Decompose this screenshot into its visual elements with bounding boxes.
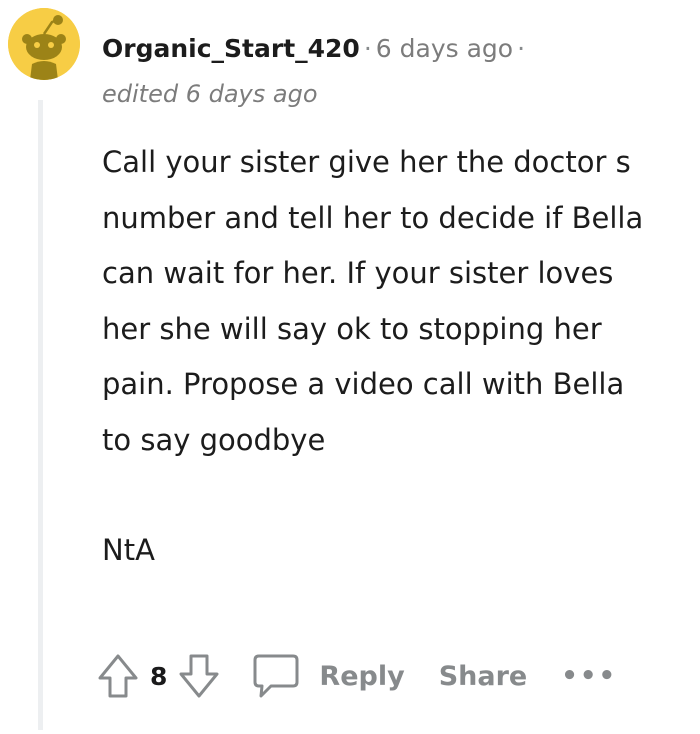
username-link[interactable]: Organic_Start_420 <box>102 34 360 63</box>
reddit-snoo-icon <box>8 8 80 80</box>
downvote-button[interactable] <box>177 652 221 700</box>
speech-bubble-icon <box>253 654 299 698</box>
comment-paragraph: Call your sister give her the doctor s n… <box>102 145 644 457</box>
reply-label: Reply <box>319 660 405 692</box>
comment-actions: 8 Reply Share ••• <box>96 648 696 704</box>
reply-button[interactable]: Reply <box>251 652 405 700</box>
thread-line[interactable] <box>38 100 43 730</box>
separator-dot-trailing: · <box>517 34 526 63</box>
comment-header: Organic_Start_420 · 6 days ago · <box>102 32 529 66</box>
separator-dot: · <box>363 34 372 63</box>
arrow-down-icon <box>179 654 219 698</box>
comment-paragraph: NtA <box>102 533 155 567</box>
share-button[interactable]: Share <box>439 661 528 692</box>
comment-timestamp[interactable]: 6 days ago <box>376 34 513 63</box>
more-options-button[interactable]: ••• <box>561 661 617 691</box>
upvote-button[interactable] <box>96 652 140 700</box>
vote-count: 8 <box>150 661 168 691</box>
comment-body: Call your sister give her the doctor s n… <box>102 135 662 579</box>
arrow-up-icon <box>98 654 138 698</box>
avatar[interactable] <box>8 8 80 80</box>
edited-label: edited 6 days ago <box>102 80 318 108</box>
